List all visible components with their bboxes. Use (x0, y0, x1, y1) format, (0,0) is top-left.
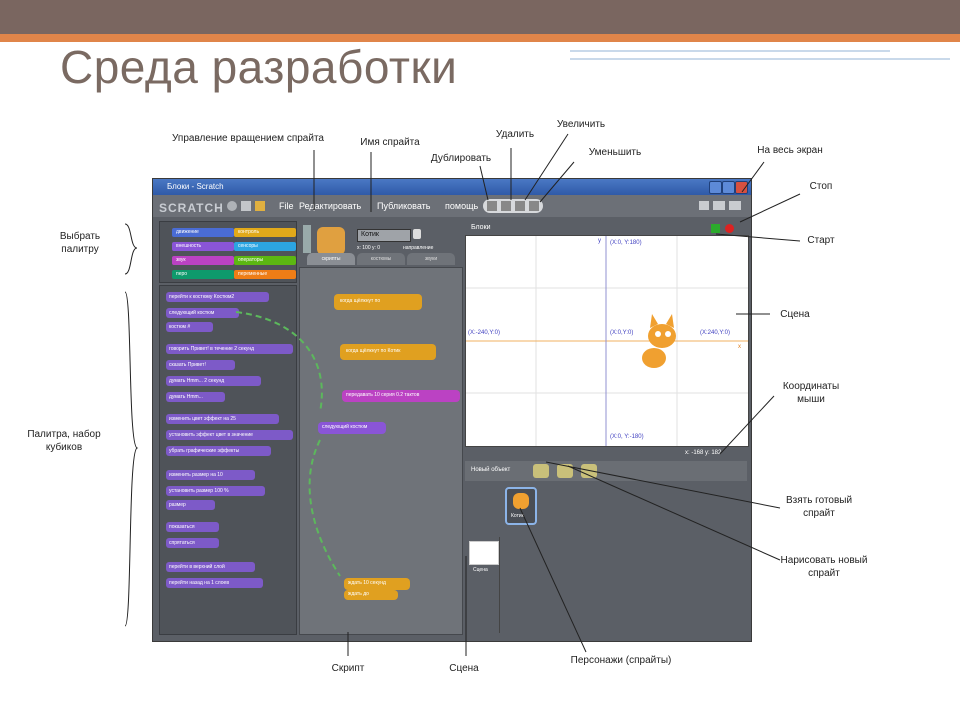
annotation-delete: Удалить (495, 129, 535, 140)
annotation-lines (124, 133, 801, 656)
annotation-stage-bottom: Сцена (449, 663, 479, 674)
annotation-grow: Увеличить (556, 119, 606, 130)
annotation-stop: Стоп (809, 181, 833, 192)
annotation-script: Скрипт (331, 663, 365, 674)
annotation-shrink: Уменьшить (588, 147, 642, 158)
annotation-fullscreen: На весь экран (757, 145, 823, 156)
annotation-rotation: Управление вращением спрайта (172, 133, 324, 144)
annotation-palette: Палитра, набор кубиков (27, 429, 101, 453)
annotation-mouse-coords: Координаты мыши (782, 381, 840, 405)
annotation-choose-palette: Выбрать палитру (59, 231, 101, 255)
annotation-stage: Сцена (780, 309, 810, 320)
annotation-start: Старт (807, 235, 835, 246)
annotation-sprite-name: Имя спрайта (360, 137, 420, 148)
annotation-duplicate: Дублировать (430, 153, 492, 164)
annotation-take-sprite: Взять готовый спрайт (785, 495, 853, 519)
annotation-sprites: Персонажи (спрайты) (570, 655, 672, 666)
annotation-paint-sprite: Нарисовать новый спрайт (780, 555, 868, 579)
